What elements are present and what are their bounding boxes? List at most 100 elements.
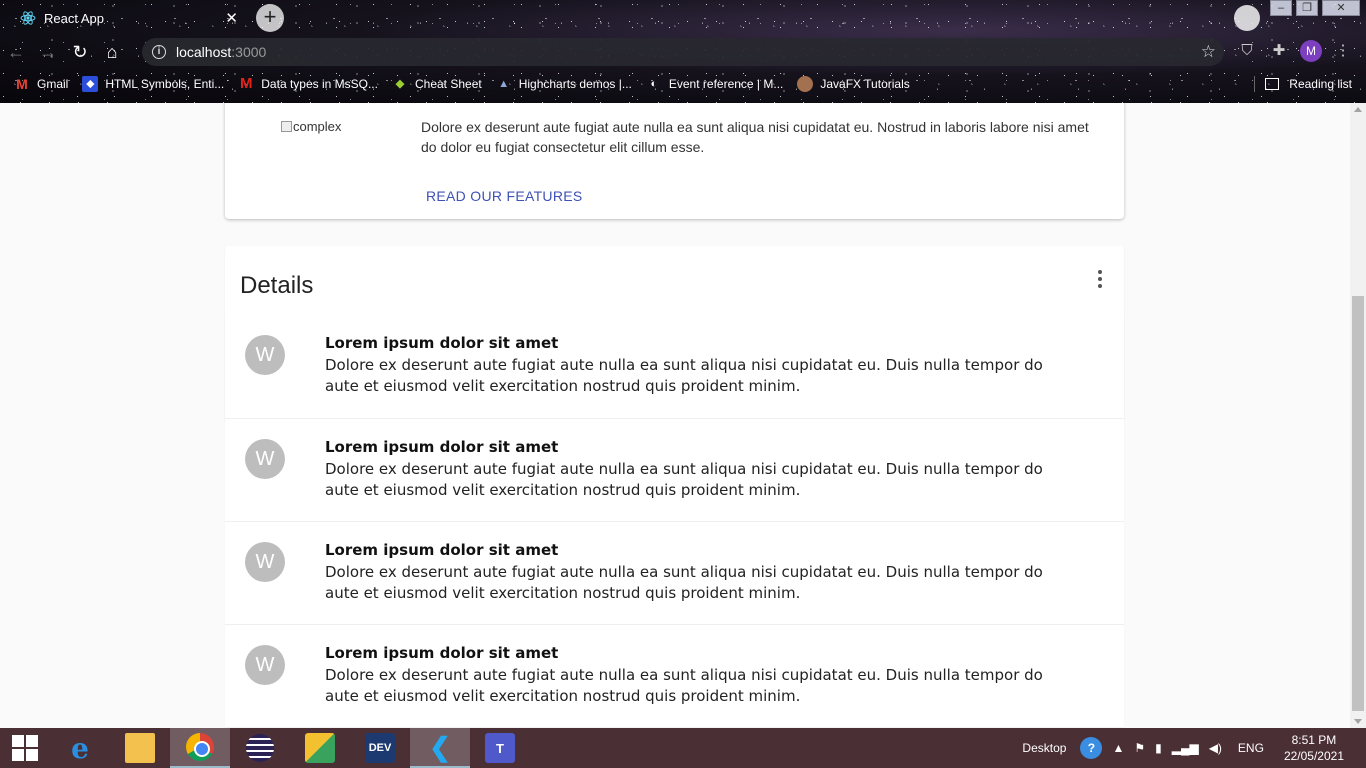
file-explorer-icon <box>125 733 155 763</box>
bookmark-gmail[interactable]: M Gmail <box>14 76 68 92</box>
teams-icon: T <box>485 733 515 763</box>
reading-list-button[interactable]: Reading list <box>1265 72 1352 96</box>
read-features-button[interactable]: READ OUR FEATURES <box>426 188 583 204</box>
taskbar-app-teams[interactable]: T <box>470 728 530 768</box>
flag-icon[interactable]: ⚑ <box>1134 741 1145 755</box>
address-bar[interactable]: i localhost:3000 ☆ <box>142 38 1224 66</box>
scroll-up-icon[interactable] <box>1354 107 1362 112</box>
eclipse-icon <box>246 734 274 762</box>
browser-toolbar: ← → ↻ ⌂ i localhost:3000 ☆ ⛉ ✚ M ⋮ <box>0 36 1366 68</box>
bookmarks-divider <box>1254 76 1255 92</box>
show-hidden-icons-icon[interactable]: ▲ <box>1112 741 1124 755</box>
window-controls: – ❐ ✕ <box>1270 0 1360 16</box>
address-host: localhost <box>176 44 232 60</box>
bookmark-icon: ⬥ <box>82 76 99 92</box>
details-title: Details <box>240 272 314 299</box>
bookmark-label: Data types in MsSQ... <box>261 77 378 91</box>
start-button[interactable] <box>0 728 50 768</box>
list-item-text: Dolore ex deserunt aute fugiat aute null… <box>325 666 1043 705</box>
list-item-text: Dolore ex deserunt aute fugiat aute null… <box>325 563 1043 602</box>
bookmark-icon: ▲ <box>498 78 510 90</box>
profile-avatar[interactable]: M <box>1300 40 1322 62</box>
page-scrollbar[interactable] <box>1350 103 1366 728</box>
react-icon <box>20 11 36 25</box>
windows-taskbar: e DEV ❮ T Desktop ? ▲ ⚑ ▮ ▂▄▆ ◀) ENG 8:5… <box>0 728 1366 768</box>
help-icon[interactable]: ? <box>1080 737 1103 759</box>
bookmark-event-reference[interactable]: ◐ Event reference | M... <box>646 76 784 92</box>
browser-tab[interactable]: React App ✕ <box>8 4 248 32</box>
ie-icon: e <box>71 731 89 765</box>
bookmarks-bar: M Gmail ⬥ HTML Symbols, Enti... M Data type… <box>0 72 1366 96</box>
clock[interactable]: 8:51 PM 22/05/2021 <box>1284 732 1344 764</box>
bookmark-label: Highcharts demos |... <box>518 77 632 91</box>
taskbar-app-vscode[interactable]: ❮ <box>410 728 470 768</box>
bookmark-javafx[interactable]: JavaFX Tutorials <box>797 76 910 92</box>
close-tab-icon[interactable]: ✕ <box>225 9 238 27</box>
devcpp-icon: DEV <box>365 733 395 763</box>
feature-card: complex Dolore ex deserunt aute fugiat a… <box>225 103 1124 219</box>
taskbar-app-eclipse[interactable] <box>230 728 290 768</box>
taskbar-app-devcpp[interactable]: DEV <box>350 728 410 768</box>
taskbar-app-xml[interactable] <box>290 728 350 768</box>
xml-editor-icon <box>305 733 335 763</box>
new-tab-button[interactable]: + <box>256 4 284 32</box>
desktop-toolbar-label[interactable]: Desktop <box>1022 741 1066 755</box>
list-item: W Lorem ipsum dolor sit amet Dolore ex d… <box>225 624 1124 727</box>
minimize-button[interactable]: – <box>1270 0 1292 16</box>
close-window-button[interactable]: ✕ <box>1322 0 1360 16</box>
restore-button[interactable]: ❐ <box>1296 0 1318 16</box>
back-icon[interactable]: ← <box>0 36 32 68</box>
list-item-title: Lorem ipsum dolor sit amet <box>325 438 559 456</box>
menu-kebab-icon[interactable]: ⋮ <box>1332 40 1354 62</box>
clock-date: 22/05/2021 <box>1283 749 1344 763</box>
avatar: W <box>245 542 285 582</box>
bookmark-label: JavaFX Tutorials <box>820 77 910 91</box>
bookmark-icon <box>797 76 814 92</box>
bookmark-highcharts[interactable]: ▲ Highcharts demos |... <box>496 76 632 92</box>
extensions-puzzle-icon[interactable]: ✚ <box>1268 40 1290 62</box>
taskbar-app-chrome[interactable] <box>170 728 230 768</box>
feature-description: Dolore ex deserunt aute fugiat aute null… <box>421 119 1089 155</box>
bookmark-icon: M <box>240 75 253 92</box>
browser-chrome: React App ✕ + – ❐ ✕ ← → ↻ ⌂ i localhost:… <box>0 0 1366 103</box>
bookmark-label: Cheat Sheet <box>414 77 482 91</box>
gmail-icon: M <box>16 76 28 92</box>
chrome-icon <box>186 733 214 761</box>
avatar: W <box>245 439 285 479</box>
avatar: W <box>245 335 285 375</box>
bookmark-cheat-sheet[interactable]: ◆ Cheat Sheet <box>392 76 482 92</box>
more-vert-icon[interactable] <box>1090 268 1110 290</box>
bookmark-icon: ◆ <box>395 78 405 90</box>
list-item-title: Lorem ipsum dolor sit amet <box>325 644 559 662</box>
scrollbar-thumb[interactable] <box>1352 296 1364 711</box>
vscode-icon: ❮ <box>429 731 451 762</box>
windows-logo-icon <box>12 735 38 761</box>
battery-icon[interactable]: ▮ <box>1155 741 1162 755</box>
site-info-icon[interactable]: i <box>152 45 166 59</box>
reload-icon[interactable]: ↻ <box>64 36 96 68</box>
bookmark-data-types[interactable]: M Data types in MsSQ... <box>238 76 378 92</box>
list-item: W Lorem ipsum dolor sit amet Dolore ex d… <box>225 418 1124 521</box>
image-alt-text: complex <box>293 119 342 134</box>
forward-icon[interactable]: → <box>32 36 64 68</box>
volume-icon[interactable]: ◀) <box>1209 741 1222 755</box>
home-icon[interactable]: ⌂ <box>96 36 128 68</box>
bookmark-html-symbols[interactable]: ⬥ HTML Symbols, Enti... <box>82 76 224 92</box>
bookmark-label: Event reference | M... <box>668 77 784 91</box>
language-indicator[interactable]: ENG <box>1238 741 1264 755</box>
taskbar-app-ie[interactable]: e <box>50 728 110 768</box>
shield-extension-icon[interactable]: ⛉ <box>1236 40 1258 62</box>
bookmark-star-icon[interactable]: ☆ <box>1201 42 1216 62</box>
scroll-down-icon[interactable] <box>1354 719 1362 724</box>
system-tray: Desktop ? ▲ ⚑ ▮ ▂▄▆ ◀) ENG 8:51 PM 22/05… <box>1022 728 1366 768</box>
address-port: :3000 <box>231 44 267 60</box>
taskbar-app-explorer[interactable] <box>110 728 170 768</box>
clock-time: 8:51 PM <box>1291 733 1337 747</box>
tab-search-button[interactable] <box>1234 5 1260 31</box>
list-item: W Lorem ipsum dolor sit amet Dolore ex d… <box>225 521 1124 624</box>
list-item: W Lorem ipsum dolor sit amet Dolore ex d… <box>225 315 1124 418</box>
page-viewport: complex Dolore ex deserunt aute fugiat a… <box>0 103 1350 728</box>
bookmark-icon: ◐ <box>650 78 658 90</box>
network-icon[interactable]: ▂▄▆ <box>1172 741 1199 755</box>
feature-image: complex <box>281 119 341 134</box>
